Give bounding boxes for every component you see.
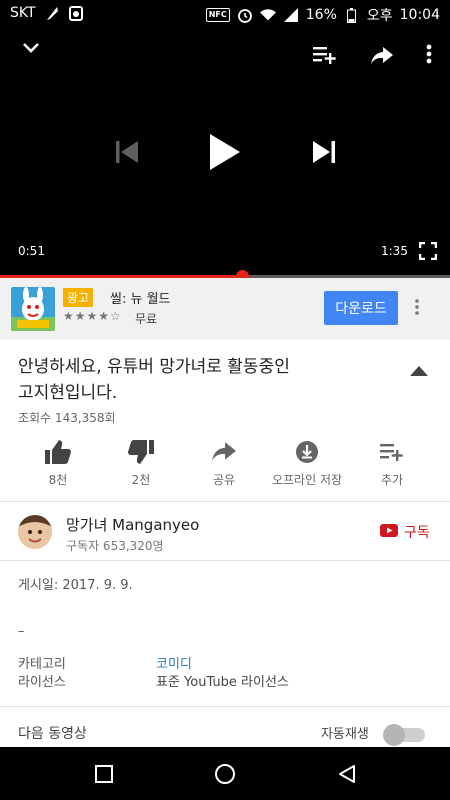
wifi-icon [259,7,276,23]
video-player[interactable]: 0:51 1:35 [0,28,450,278]
fullscreen-icon[interactable] [418,241,438,264]
category-link[interactable]: 코미디 [156,653,192,672]
dislike-button[interactable]: 2천 [101,438,181,488]
share-button[interactable]: 공유 [184,438,264,488]
share-label: 공유 [212,473,236,487]
toggle-thumb [383,724,405,746]
system-nav-bar [0,747,450,800]
share-icon [184,438,264,466]
share-icon[interactable] [371,47,393,69]
divider [0,706,450,707]
ad-rating-stars: ★★★★☆ [63,309,122,323]
status-bar: SKT NFC 16% 오후 10:04 [0,0,450,28]
clock-time: 10:04 [399,7,440,23]
subscribe-button[interactable]: 구독 [380,522,430,542]
category-label: 카테고리 [18,657,66,672]
license-label: 라이선스 [18,675,66,690]
skip-previous-icon[interactable] [115,140,139,168]
youtube-logo-icon [380,523,398,541]
video-title-line1: 안녕하세요, 유튜버 망가녀로 활동중인 [18,357,290,377]
alarm-icon [237,7,253,23]
time-ampm: 오후 [366,8,393,24]
ad-badge: 광고 [63,288,94,307]
notification-feather-icon [44,5,60,21]
recycle-icon [68,5,84,21]
channel-name[interactable]: 망가녀 Manganyeo [66,514,199,535]
up-next-label: 다음 동영상 [18,726,87,742]
play-icon[interactable] [210,134,240,174]
action-bar: 8천 2천 공유 오프라인 저장 추가 [18,438,432,488]
more-vert-icon[interactable] [426,44,432,68]
ad-download-button[interactable]: 다운로드 [324,291,398,325]
posted-date: 게시일: 2017. 9. 9. [18,578,133,593]
description-text: – [18,624,25,639]
back-icon[interactable] [334,761,360,787]
signal-icon [283,7,299,23]
autoplay-label: 자동재생 [321,727,369,742]
offline-save-label: 오프라인 저장 [271,473,343,487]
collapse-caret-icon[interactable] [410,361,428,380]
collapse-chevron-icon[interactable] [22,40,40,59]
duration-time: 1:35 [381,244,408,258]
autoplay-toggle[interactable] [383,724,427,746]
add-to-button[interactable]: 추가 [352,438,432,488]
home-icon[interactable] [212,761,238,787]
like-count: 8천 [48,473,68,487]
subscribe-label: 구독 [404,525,430,541]
skip-next-icon[interactable] [312,140,336,168]
channel-avatar[interactable] [18,515,52,549]
ad-more-icon[interactable] [414,298,420,320]
channel-subscribers: 구독자 653,320명 [66,539,164,553]
offline-save-button[interactable]: 오프라인 저장 [267,438,347,488]
nfc-icon: NFC [205,8,230,22]
ad-title[interactable]: 씰: 뉴 월드 [110,288,171,307]
ad-banner[interactable]: 광고 씰: 뉴 월드 ★★★★☆ 무료 다운로드 [0,278,450,340]
add-to-playlist-icon [352,438,432,466]
thumb-down-icon [101,438,181,466]
ad-price: 무료 [135,312,158,326]
video-title[interactable]: 안녕하세요, 유튜버 망가녀로 활동중인 고지현입니다. [18,354,358,406]
ad-app-icon[interactable] [11,287,55,331]
add-label: 추가 [380,473,404,487]
view-count: 조회수 143,358회 [18,411,116,425]
battery-icon [344,7,360,23]
dislike-count: 2천 [131,473,151,487]
carrier-label: SKT [10,5,36,21]
like-button[interactable]: 8천 [18,438,98,488]
video-title-line2: 고지현입니다. [18,383,118,403]
elapsed-time: 0:51 [18,244,45,258]
battery-percent: 16% [305,7,337,23]
download-icon [267,438,347,466]
license-value: 표준 YouTube 라이선스 [156,675,289,690]
add-to-playlist-icon[interactable] [313,45,337,69]
divider [0,560,450,561]
thumb-up-icon [18,438,98,466]
divider [0,501,450,502]
recent-apps-icon[interactable] [91,761,117,787]
